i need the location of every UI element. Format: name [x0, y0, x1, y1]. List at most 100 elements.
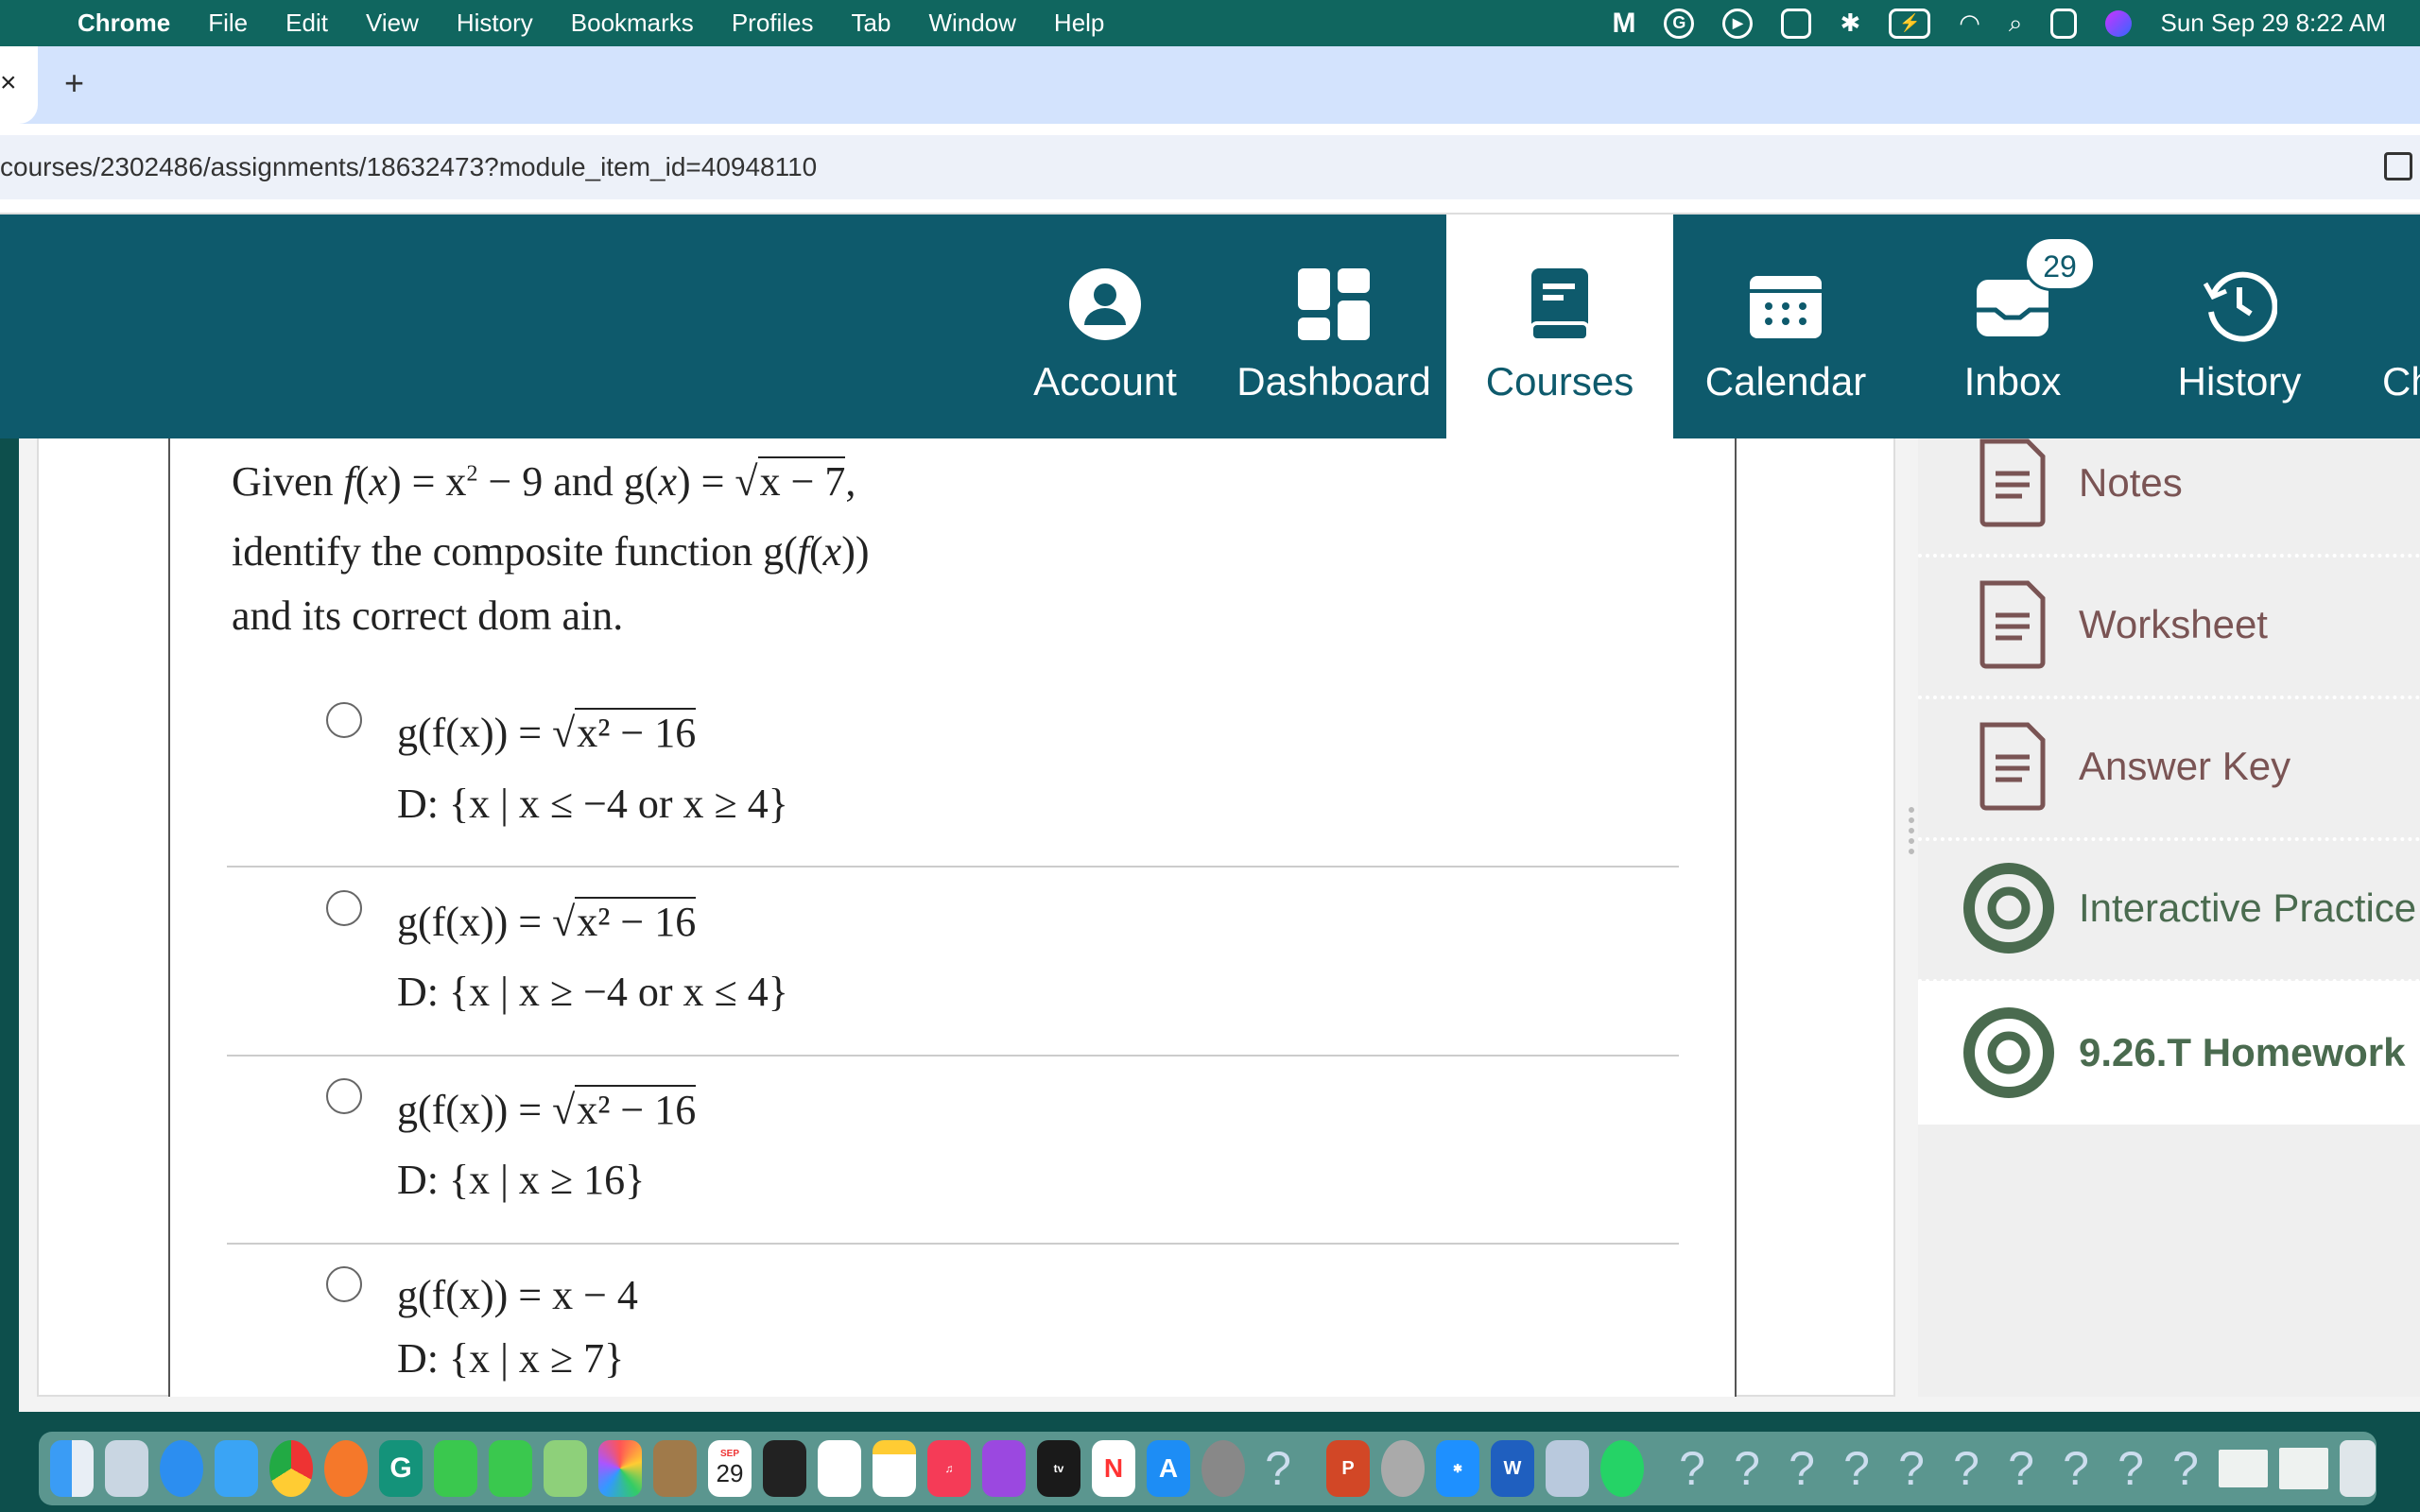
window-thumbnail[interactable] — [2219, 1450, 2268, 1487]
nav-account[interactable]: Account — [992, 215, 1219, 440]
app-store-icon[interactable]: A — [1147, 1440, 1190, 1497]
news-icon[interactable]: N — [1092, 1440, 1135, 1497]
battery-icon[interactable]: ⚡ — [1889, 8, 1931, 39]
url-text[interactable]: courses/2302486/assignments/18632473?mod… — [0, 152, 817, 181]
text: f — [343, 458, 355, 505]
text: Given — [232, 458, 344, 505]
unknown-app-icon[interactable]: ? — [1945, 1440, 1988, 1497]
option-4-domain: D: {x | x ≥ 7} — [397, 1335, 625, 1382]
menu-edit[interactable]: Edit — [285, 9, 328, 38]
unknown-app-icon[interactable]: ? — [1256, 1440, 1300, 1497]
text: x² − 16 — [575, 897, 697, 945]
preview-icon[interactable] — [1546, 1440, 1589, 1497]
text: = x — [401, 458, 467, 505]
module-item-interactive-practice[interactable]: Interactive Practice — [1918, 837, 2420, 979]
module-item-worksheet[interactable]: Worksheet — [1918, 554, 2420, 696]
inbox-icon: 29 — [1975, 236, 2096, 342]
unknown-app-icon[interactable]: ? — [1890, 1440, 1933, 1497]
trash-icon[interactable] — [2340, 1440, 2376, 1497]
chrome-icon[interactable] — [269, 1440, 313, 1497]
bluetooth-app-icon[interactable]: ✱ — [1436, 1440, 1479, 1497]
word-icon[interactable]: W — [1491, 1440, 1534, 1497]
play-icon[interactable]: ▶ — [1722, 8, 1754, 39]
unknown-app-icon[interactable]: ? — [2054, 1440, 2098, 1497]
menu-bookmarks[interactable]: Bookmarks — [571, 9, 694, 38]
notes-app-icon[interactable] — [873, 1440, 916, 1497]
menu-history[interactable]: History — [457, 9, 533, 38]
phone-link-icon[interactable] — [1381, 1440, 1425, 1497]
global-nav: Account Dashboard Courses Calendar 29 In… — [0, 213, 2420, 440]
photos-icon[interactable] — [598, 1440, 642, 1497]
unknown-app-icon[interactable]: ? — [2109, 1440, 2152, 1497]
resize-handle[interactable] — [1909, 807, 1914, 854]
menu-help[interactable]: Help — [1054, 9, 1104, 38]
control-center-icon[interactable] — [2050, 8, 2078, 39]
unknown-app-icon[interactable]: ? — [1670, 1440, 1714, 1497]
firefox-icon[interactable] — [324, 1440, 368, 1497]
siri-icon[interactable] — [2105, 9, 2133, 37]
assignment-target-icon — [1963, 1007, 2054, 1098]
nav-chat[interactable]: Ch — [2382, 215, 2420, 440]
close-tab-icon[interactable]: × — [0, 67, 17, 99]
page-icon — [1979, 580, 2046, 669]
nav-history[interactable]: History — [2126, 215, 2353, 440]
module-item-answer-key[interactable]: Answer Key — [1918, 696, 2420, 837]
nav-courses[interactable]: Courses — [1446, 215, 1673, 440]
wifi-icon[interactable]: ◠ — [1959, 9, 1980, 38]
search-icon[interactable]: ⌕ — [2009, 9, 2023, 39]
window-thumbnail[interactable] — [2279, 1448, 2328, 1489]
malwarebytes-icon[interactable]: M — [1612, 8, 1635, 40]
grammarly-app-icon[interactable]: G — [379, 1440, 423, 1497]
text: x — [822, 528, 842, 575]
menu-file[interactable]: File — [208, 9, 248, 38]
apple-tv-icon[interactable]: tv — [1037, 1440, 1080, 1497]
quicktime-icon[interactable] — [763, 1440, 806, 1497]
menu-tab[interactable]: Tab — [852, 9, 891, 38]
module-item-homework-current[interactable]: 9.26.T Homework — [1918, 981, 2420, 1125]
clock[interactable]: Sun Sep 29 8:22 AM — [2160, 9, 2386, 38]
option-4-radio[interactable] — [326, 1266, 362, 1302]
courses-icon — [1522, 266, 1598, 342]
unknown-app-icon[interactable]: ? — [1725, 1440, 1769, 1497]
maps-icon[interactable] — [544, 1440, 587, 1497]
facetime-icon[interactable] — [434, 1440, 477, 1497]
nav-calendar[interactable]: Calendar — [1672, 215, 1899, 440]
unknown-app-icon[interactable]: ? — [1780, 1440, 1824, 1497]
calendar-app-icon[interactable]: SEP 29 — [708, 1440, 752, 1497]
nav-label: Dashboard — [1236, 359, 1431, 404]
whatsapp-icon[interactable] — [1600, 1440, 1644, 1497]
menu-profiles[interactable]: Profiles — [732, 9, 814, 38]
reminders-icon[interactable] — [818, 1440, 861, 1497]
address-bar[interactable]: courses/2302486/assignments/18632473?mod… — [0, 135, 2420, 199]
finder-icon[interactable] — [50, 1440, 94, 1497]
option-2-radio[interactable] — [326, 890, 362, 926]
nav-label: Account — [1033, 359, 1177, 404]
option-1-radio[interactable] — [326, 702, 362, 738]
install-app-icon[interactable] — [2384, 152, 2412, 180]
system-settings-icon[interactable] — [1201, 1440, 1245, 1497]
unknown-app-icon[interactable]: ? — [1999, 1440, 2043, 1497]
module-item-notes[interactable]: Notes — [1918, 412, 2420, 554]
powerpoint-icon[interactable]: P — [1326, 1440, 1370, 1497]
launchpad-icon[interactable] — [105, 1440, 148, 1497]
contacts-icon[interactable] — [653, 1440, 697, 1497]
menu-window[interactable]: Window — [928, 9, 1015, 38]
messages-icon[interactable] — [489, 1440, 532, 1497]
address-bar-area: courses/2302486/assignments/18632473?mod… — [0, 124, 2420, 213]
menu-view[interactable]: View — [366, 9, 419, 38]
new-tab-button[interactable]: + — [64, 63, 84, 103]
unknown-app-icon[interactable]: ? — [2164, 1440, 2207, 1497]
menu-app-name[interactable]: Chrome — [78, 9, 170, 38]
grammarly-icon[interactable]: G — [1664, 8, 1695, 39]
music-icon[interactable]: ♫ — [927, 1440, 971, 1497]
mail-icon[interactable] — [215, 1440, 258, 1497]
safari-icon[interactable] — [160, 1440, 203, 1497]
nav-inbox[interactable]: 29 Inbox — [1899, 215, 2126, 440]
display-icon[interactable] — [1781, 8, 1812, 39]
option-3-radio[interactable] — [326, 1078, 362, 1114]
nav-dashboard[interactable]: Dashboard — [1220, 215, 1447, 440]
bluetooth-icon[interactable]: ✱ — [1840, 9, 1860, 38]
unknown-app-icon[interactable]: ? — [1835, 1440, 1878, 1497]
podcasts-icon[interactable] — [982, 1440, 1026, 1497]
text: 29 — [716, 1459, 744, 1487]
